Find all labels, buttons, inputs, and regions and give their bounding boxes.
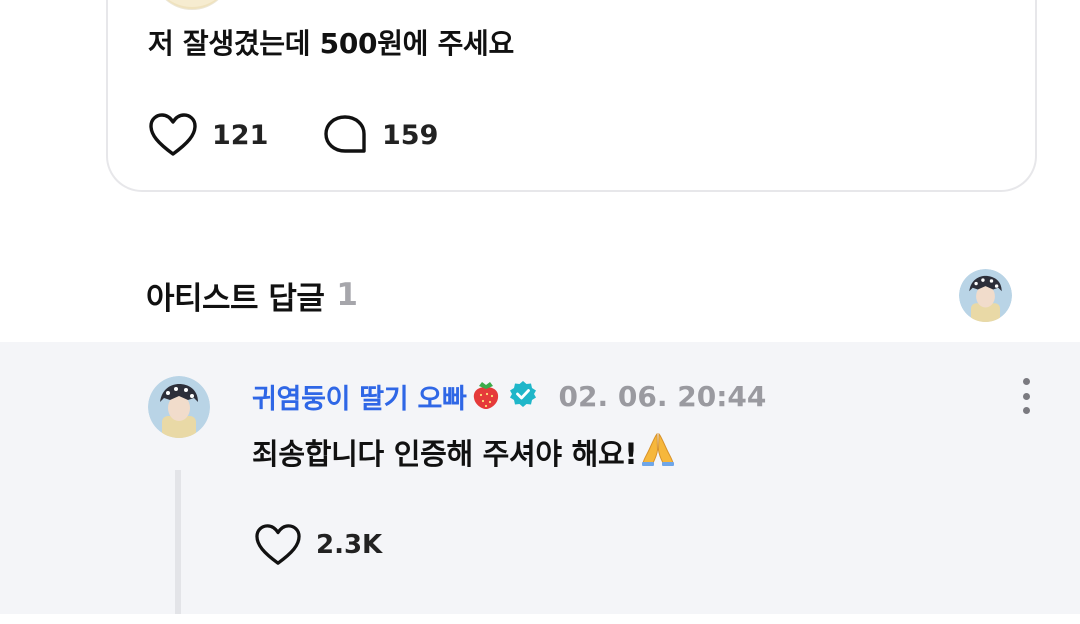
post-text: 저 잘생겼는데 500원에 주세요 <box>148 27 514 60</box>
heart-outline-icon <box>149 113 197 156</box>
post-like-button[interactable]: 121 <box>148 110 268 160</box>
artist-avatar-small[interactable] <box>959 269 1012 322</box>
verified-badge-icon <box>509 380 537 412</box>
reply-author-name[interactable]: 귀염둥이 딸기 오빠 <box>252 377 467 416</box>
speech-bubble-icon <box>324 115 366 153</box>
reply-text-row: 죄송합니다 인증해 주셔야 해요! <box>252 430 675 473</box>
more-vertical-icon[interactable] <box>1014 378 1038 414</box>
heart-outline-icon <box>255 524 301 565</box>
reply-text: 죄송합니다 인증해 주셔야 해요! <box>252 436 638 471</box>
thread-line <box>175 470 181 614</box>
post-author-avatar[interactable] <box>152 0 232 10</box>
artist-replies-title: 아티스트 답글 <box>146 280 325 317</box>
artist-replies-count: 1 <box>336 277 358 313</box>
reply-like-button[interactable]: 2.3K <box>254 520 382 570</box>
post-comment-count: 159 <box>382 119 439 151</box>
reply-like-count: 2.3K <box>316 530 383 560</box>
post-comment-button[interactable]: 159 <box>322 110 438 160</box>
reply-author-avatar[interactable] <box>148 376 210 438</box>
artist-replies-header: 아티스트 답글 1 <box>146 270 358 320</box>
post-like-count: 121 <box>212 119 269 151</box>
strawberry-icon <box>471 378 501 414</box>
reply-timestamp: 02. 06. 20:44 <box>558 379 767 413</box>
reply-meta: 귀염둥이 딸기 오빠 02. 06. 20:44 <box>252 374 766 418</box>
praying-hands-icon <box>641 430 675 473</box>
bottom-spacer <box>0 614 1080 624</box>
fan-post-detail: 저 잘생겼는데 500원에 주세요 121 159 아티스트 답글 1 귀염둥이… <box>0 0 1080 624</box>
artist-reply-item: 귀염둥이 딸기 오빠 02. 06. 20:44 죄송합니다 인증해 주셔야 해… <box>0 342 1080 614</box>
